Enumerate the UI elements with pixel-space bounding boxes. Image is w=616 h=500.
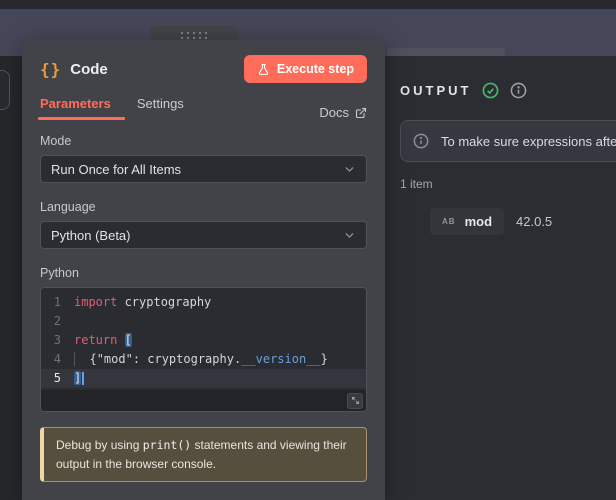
output-title: OUTPUT <box>400 83 471 98</box>
language-select[interactable]: Python (Beta) <box>40 221 367 249</box>
execute-step-button[interactable]: Execute step <box>244 55 367 83</box>
output-notice: To make sure expressions after t <box>400 120 616 162</box>
code-lines: 1import cryptography23return [4 {"mod": … <box>41 288 366 390</box>
mode-label: Mode <box>40 134 367 148</box>
info-icon[interactable] <box>510 82 527 99</box>
backdrop-strip <box>387 48 505 56</box>
docs-link[interactable]: Docs <box>319 105 367 120</box>
output-panel: OUTPUT To make sure expressions after t … <box>385 56 616 500</box>
node-settings-panel: {} Code Execute step Parameters Settings… <box>22 40 385 500</box>
tab-parameters[interactable]: Parameters <box>40 96 111 120</box>
notice-text: To make sure expressions after t <box>441 134 616 149</box>
flask-icon <box>257 63 270 76</box>
chevron-down-icon <box>343 229 356 242</box>
code-editor[interactable]: 1import cryptography23return [4 {"mod": … <box>40 287 367 412</box>
cell-value: 42.0.5 <box>516 214 552 229</box>
editor-label: Python <box>40 266 367 280</box>
code-node-icon: {} <box>40 60 61 79</box>
drag-dots-icon <box>181 32 207 39</box>
mode-select[interactable]: Run Once for All Items <box>40 155 367 183</box>
debug-hint: Debug by using print() statements and vi… <box>40 427 367 482</box>
editor-footer <box>41 390 366 411</box>
notice-info-icon <box>413 133 429 149</box>
panel-header: {} Code Execute step <box>22 40 385 94</box>
tab-settings[interactable]: Settings <box>137 96 184 120</box>
column-name: mod <box>465 214 492 229</box>
inline-code: print() <box>143 438 191 452</box>
input-panel-edge <box>0 70 10 110</box>
table-row: AB mod 42.0.5 <box>430 208 616 235</box>
column-header-pill[interactable]: AB mod <box>430 208 504 235</box>
external-link-icon <box>355 107 367 119</box>
chevron-down-icon <box>343 163 356 176</box>
success-check-icon <box>482 82 499 99</box>
output-header: OUTPUT <box>400 82 616 99</box>
items-count: 1 item <box>400 177 616 191</box>
expand-editor-button[interactable] <box>347 393 363 409</box>
tabs-row: Parameters Settings Docs <box>22 94 385 120</box>
string-type-icon: AB <box>442 217 456 226</box>
top-bar <box>0 0 616 9</box>
language-label: Language <box>40 200 367 214</box>
node-title: Code <box>70 61 108 78</box>
panel-gap <box>0 56 22 500</box>
